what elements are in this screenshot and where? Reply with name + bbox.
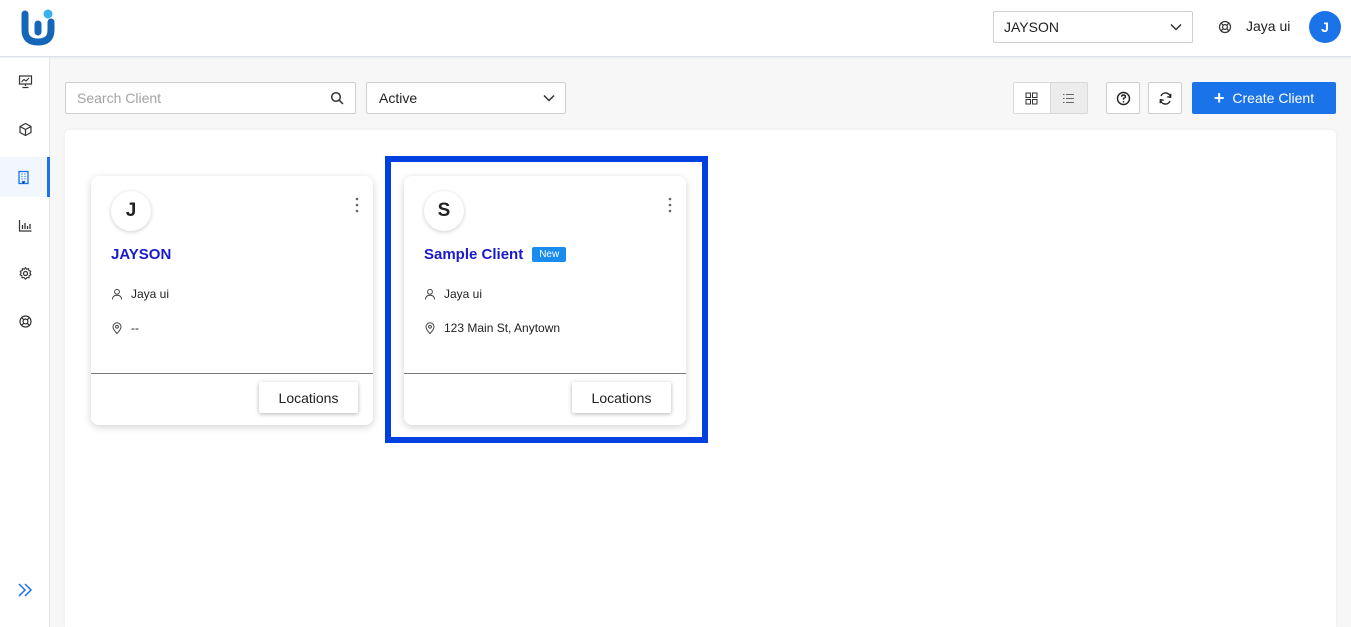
client-name-link[interactable]: JAYSON [111, 246, 171, 263]
refresh-icon [1159, 91, 1171, 105]
presentation-chart-icon [18, 74, 32, 88]
client-address-row: -- [111, 321, 139, 335]
bar-chart-icon [18, 219, 31, 232]
create-client-button[interactable]: + Create Client [1192, 82, 1336, 114]
cube-icon [18, 122, 32, 136]
selection-highlight [385, 156, 708, 443]
view-toggle [1013, 82, 1088, 114]
question-circle-icon [1116, 91, 1130, 105]
client-initial-avatar: J [111, 191, 151, 231]
grid-icon [1025, 92, 1038, 104]
refresh-button[interactable] [1148, 82, 1182, 114]
lifebuoy-icon[interactable] [1218, 20, 1232, 34]
location-pin-icon [112, 322, 122, 334]
grid-view-button[interactable] [1014, 83, 1051, 113]
lifebuoy-icon [18, 314, 32, 328]
client-owner: Jaya ui [131, 287, 170, 301]
organization-select[interactable]: JAYSON [993, 11, 1193, 43]
more-options-icon[interactable] [355, 196, 359, 214]
building-icon [18, 170, 29, 184]
top-header: JAYSON Jaya ui J [0, 0, 1351, 57]
search-icon[interactable] [330, 91, 344, 105]
list-view-button[interactable] [1051, 83, 1088, 113]
client-card[interactable]: J JAYSON Jaya ui -- Locations [91, 176, 373, 425]
search-box[interactable] [65, 82, 356, 114]
create-client-label: Create Client [1232, 90, 1315, 106]
locations-button[interactable]: Locations [259, 382, 358, 413]
status-filter-value: Active [379, 90, 418, 106]
status-filter-select[interactable]: Active [366, 82, 566, 114]
sidebar-item-clients[interactable] [0, 157, 50, 197]
chevron-down-icon [543, 94, 555, 102]
client-title-row: JAYSON [111, 246, 171, 263]
card-divider [91, 373, 373, 374]
sidebar-item-support[interactable] [0, 301, 50, 341]
search-input[interactable] [66, 83, 306, 113]
help-button[interactable] [1106, 82, 1140, 114]
sidebar [0, 58, 50, 627]
organization-select-value: JAYSON [1004, 19, 1059, 35]
double-chevron-right-icon[interactable] [16, 582, 34, 598]
avatar[interactable]: J [1309, 11, 1341, 43]
client-address: -- [131, 321, 139, 335]
user-name[interactable]: Jaya ui [1246, 18, 1290, 34]
sidebar-item-reports[interactable] [0, 205, 50, 245]
list-icon [1063, 93, 1075, 103]
sidebar-item-dashboard[interactable] [0, 61, 50, 101]
brand-logo-icon[interactable] [20, 8, 56, 46]
chevron-down-icon [1170, 23, 1182, 31]
plus-icon: + [1213, 88, 1225, 108]
user-icon [112, 288, 122, 300]
gear-icon [18, 266, 32, 280]
sidebar-item-products[interactable] [0, 109, 50, 149]
client-owner-row: Jaya ui [111, 287, 169, 301]
sidebar-item-settings[interactable] [0, 253, 50, 293]
